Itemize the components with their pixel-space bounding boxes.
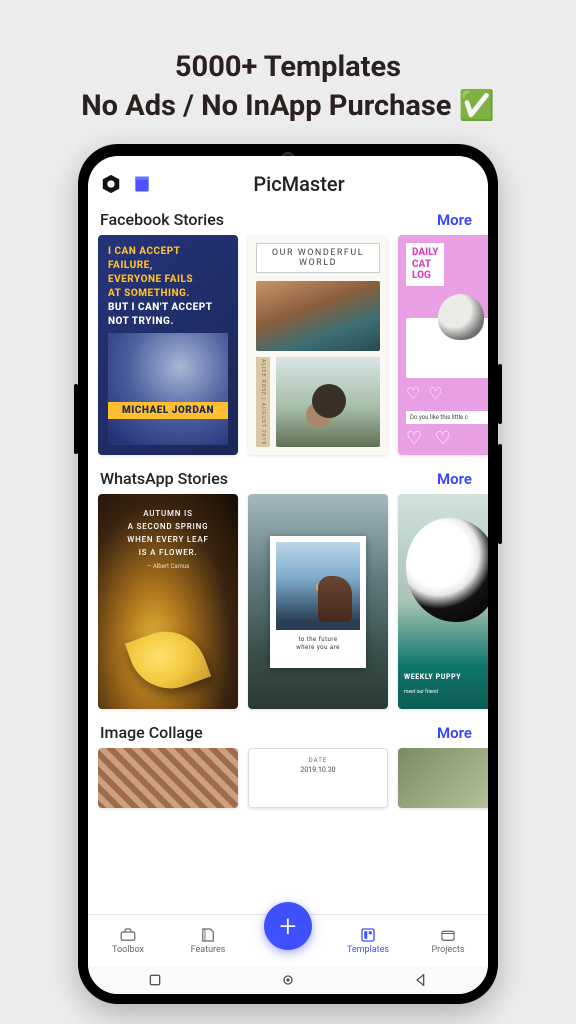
templates-icon — [358, 926, 378, 944]
card-subtitle: meet our friend — [398, 689, 488, 695]
collage-row[interactable]: DATE 2019.10.30 — [98, 748, 488, 814]
card-title: WEEKLY PUPPY — [398, 673, 488, 681]
card-title: OUR WONDERFUL WORLD — [256, 243, 380, 273]
top-bar: PicMaster — [88, 156, 488, 202]
quote-line: AUTUMN IS — [108, 508, 228, 521]
value: 2019.10.30 — [257, 766, 379, 774]
vertical-caption: ALICE ROSE | AUGUST 2019 — [256, 357, 270, 447]
library-icon[interactable] — [132, 174, 152, 194]
home-icon[interactable] — [280, 972, 296, 988]
facebook-row[interactable]: I CAN ACCEPT FAILURE, EVERYONE FAILS AT … — [98, 235, 488, 461]
section-title: Facebook Stories — [100, 210, 224, 229]
card-photo: MICHAEL JORDAN — [108, 333, 228, 445]
leaf-icon — [125, 620, 211, 700]
card-tag: DAILY CAT LOG — [406, 243, 444, 286]
caption-strip: Do you like this little c — [406, 411, 488, 424]
features-icon — [198, 926, 218, 944]
nav-label: Projects — [432, 945, 465, 955]
back-icon[interactable] — [413, 972, 429, 988]
nav-label: Templates — [347, 945, 389, 955]
card-photo — [276, 357, 380, 447]
nav-templates[interactable]: Templates — [338, 926, 398, 955]
template-card[interactable] — [398, 748, 488, 808]
template-card[interactable]: to the future where you are — [248, 494, 388, 709]
promo-line2: No Ads / No InApp Purchase ✅ — [81, 89, 495, 123]
hearts-icon: ♡ ♡ — [406, 428, 488, 449]
fab-add-button[interactable]: + — [264, 902, 312, 950]
card-photo — [406, 318, 488, 378]
template-card[interactable]: OUR WONDERFUL WORLD ALICE ROSE | AUGUST … — [248, 235, 388, 455]
quote-line: FAILURE, — [108, 259, 228, 273]
quote-line: AT SOMETHING. — [108, 287, 228, 301]
more-link[interactable]: More — [437, 724, 472, 742]
polaroid: to the future where you are — [270, 536, 366, 668]
app-title: PicMaster — [162, 172, 436, 196]
author-band: MICHAEL JORDAN — [108, 402, 228, 419]
section-header-facebook: Facebook Stories More — [98, 202, 488, 235]
quote-attr: — Albert Camus — [108, 563, 228, 570]
whatsapp-row[interactable]: AUTUMN IS A SECOND SPRING WHEN EVERY LEA… — [98, 494, 488, 715]
card-photo — [406, 518, 488, 622]
template-card[interactable]: WEEKLY PUPPY meet our friend — [398, 494, 488, 709]
quote-line: BUT I CAN'T ACCEPT — [108, 301, 228, 315]
quote-line: NOT TRYING. — [108, 315, 228, 329]
section-header-collage: Image Collage More — [98, 715, 488, 748]
section-title: Image Collage — [100, 723, 203, 742]
phone-frame: PicMaster Facebook Stories More I CAN AC… — [78, 144, 498, 1004]
scroll-content[interactable]: Facebook Stories More I CAN ACCEPT FAILU… — [88, 202, 488, 994]
nav-projects[interactable]: Projects — [418, 926, 478, 955]
template-card[interactable]: DATE 2019.10.30 — [248, 748, 388, 808]
section-header-whatsapp: WhatsApp Stories More — [98, 461, 488, 494]
nav-toolbox[interactable]: Toolbox — [98, 926, 158, 955]
template-card[interactable]: DAILY CAT LOG ♡ ♡ Do you like this littl… — [398, 235, 488, 455]
quote-line: IS A FLOWER. — [108, 547, 228, 560]
nav-label: Toolbox — [112, 945, 144, 955]
promo-line1: 5000+ Templates — [175, 50, 401, 84]
app-screen: PicMaster Facebook Stories More I CAN AC… — [88, 156, 488, 994]
more-link[interactable]: More — [437, 470, 472, 488]
settings-hex-icon[interactable] — [100, 173, 122, 195]
caption: to the future where you are — [276, 636, 360, 652]
card-photo — [276, 542, 360, 630]
hearts-icon: ♡ ♡ — [406, 384, 488, 403]
more-link[interactable]: More — [437, 211, 472, 229]
template-card[interactable]: AUTUMN IS A SECOND SPRING WHEN EVERY LEA… — [98, 494, 238, 709]
label: DATE — [257, 757, 379, 764]
quote-line: I CAN ACCEPT — [108, 245, 228, 259]
nav-features[interactable]: Features — [178, 926, 238, 955]
toolbox-icon — [118, 926, 138, 944]
section-title: WhatsApp Stories — [100, 469, 228, 488]
nav-label: Features — [191, 945, 226, 955]
quote-line: A SECOND SPRING — [108, 521, 228, 534]
template-card[interactable] — [98, 748, 238, 808]
quote-line: WHEN EVERY LEAF — [108, 534, 228, 547]
android-nav-bar — [88, 966, 488, 994]
recents-icon[interactable] — [147, 972, 163, 988]
promo-banner: 5000+ Templates No Ads / No InApp Purcha… — [0, 0, 576, 144]
template-card[interactable]: I CAN ACCEPT FAILURE, EVERYONE FAILS AT … — [98, 235, 238, 455]
quote-line: EVERYONE FAILS — [108, 273, 228, 287]
projects-icon — [438, 926, 458, 944]
card-photo — [256, 281, 380, 351]
